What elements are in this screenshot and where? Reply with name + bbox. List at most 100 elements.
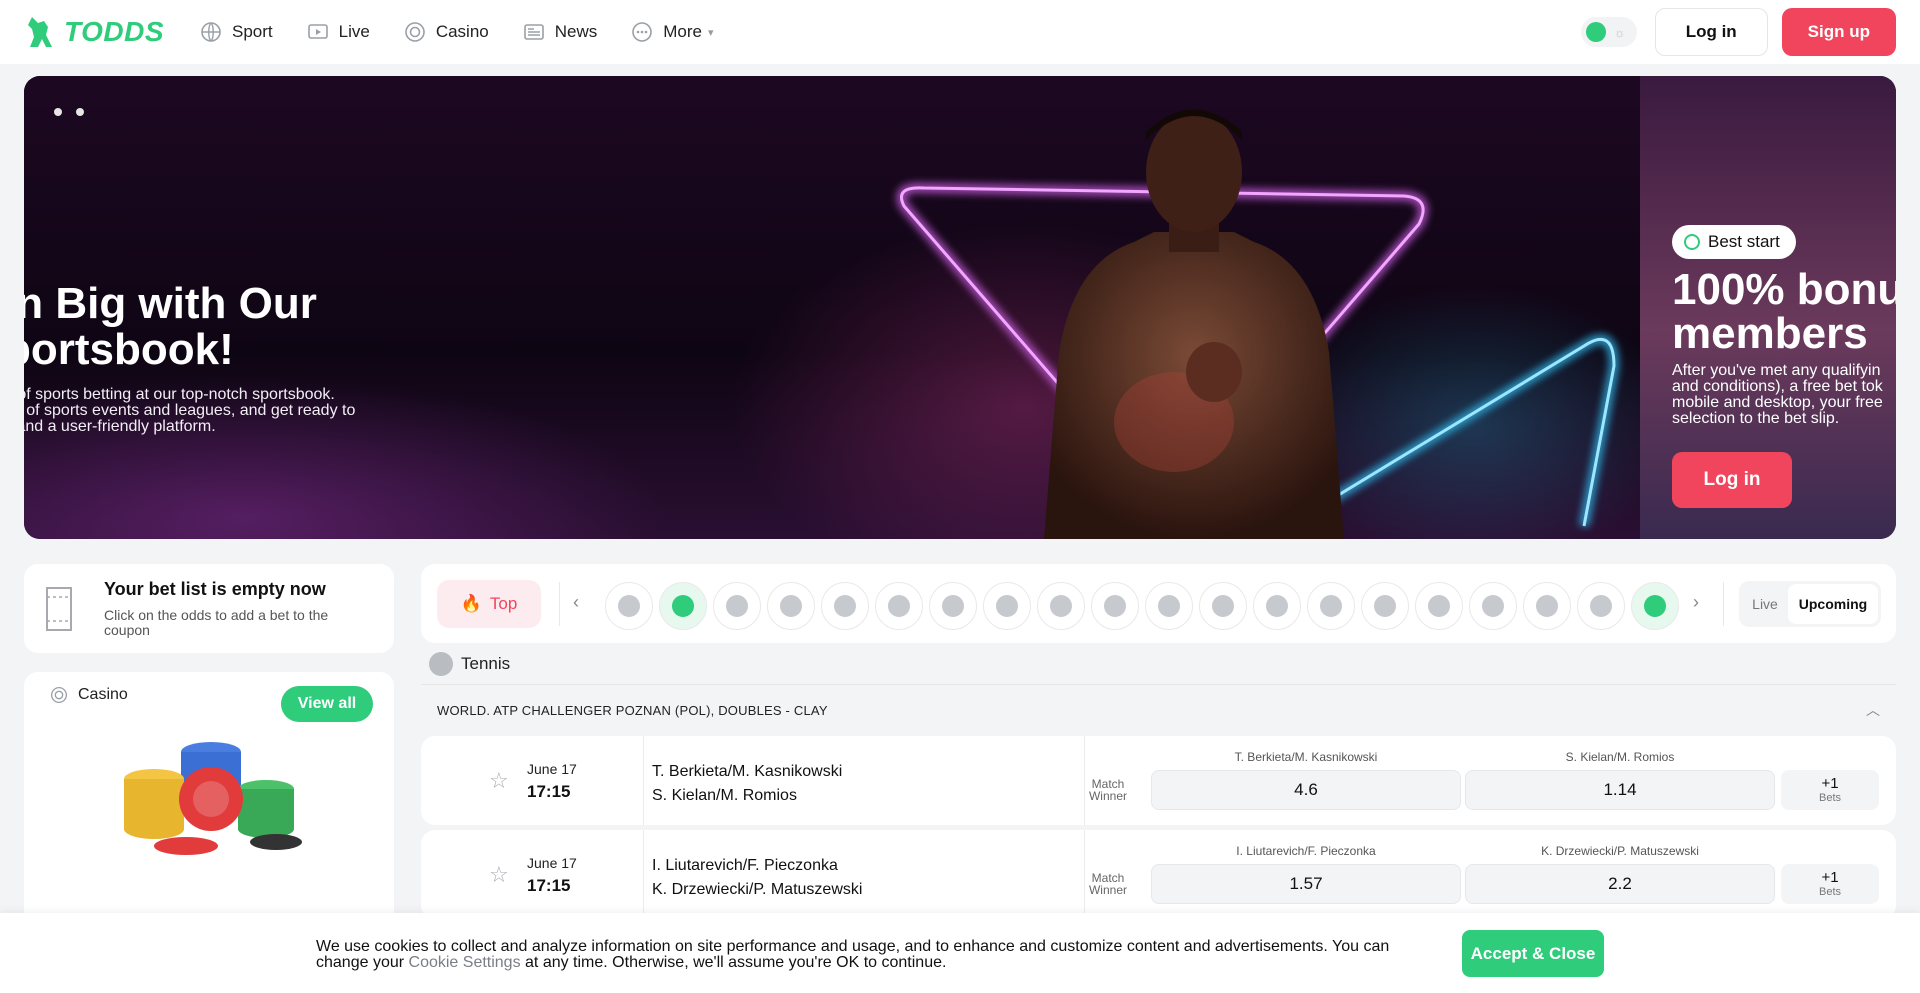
match-teams[interactable]: T. Berkieta/M. Kasnikowski S. Kielan/M. … <box>652 760 842 808</box>
table-tennis-icon <box>834 595 856 617</box>
main-nav: Sport Live Casino News More ▾ <box>200 21 714 43</box>
upcoming-tab[interactable]: Upcoming <box>1788 584 1878 624</box>
odd-home-button[interactable]: 4.6 <box>1151 770 1461 810</box>
sport-filter-cricket[interactable] <box>1469 582 1517 630</box>
ice-hockey-icon <box>780 595 802 617</box>
promo-banner[interactable]: in Big with Our portsbook! h of sports b… <box>24 76 1896 539</box>
sport-filter-american-football-helmet[interactable] <box>1145 582 1193 630</box>
snooker-icon <box>1266 595 1288 617</box>
more-bets-count: +1 <box>1821 775 1839 792</box>
sport-filter-ice-hockey[interactable] <box>767 582 815 630</box>
nav-more-label: More <box>663 22 702 41</box>
favorite-star-icon[interactable]: ☆ <box>489 768 509 794</box>
match-date: June 17 <box>527 761 577 777</box>
more-bets-button[interactable]: +1 Bets <box>1781 864 1879 904</box>
match-teams[interactable]: I. Liutarevich/F. Pieczonka K. Drzewieck… <box>652 854 862 902</box>
cricket-icon <box>1482 595 1504 617</box>
odd-away-label: K. Drzewiecki/P. Matuszewski <box>1541 844 1699 858</box>
chevron-down-icon: ▾ <box>708 26 714 39</box>
carousel-dots <box>54 108 84 116</box>
sport-filter-esports[interactable] <box>1091 582 1139 630</box>
sport-filter-snooker[interactable] <box>1253 582 1301 630</box>
team-home: I. Liutarevich/F. Pieczonka <box>652 857 838 874</box>
casino-title: Casino <box>78 686 128 703</box>
divider <box>1084 830 1085 919</box>
sports-filter-bar: 🔥 Top ‹ › Live Upcoming <box>421 564 1896 643</box>
more-bets-label: Bets <box>1818 886 1841 898</box>
nav-more[interactable]: More ▾ <box>631 21 714 43</box>
accept-close-button[interactable]: Accept & Close <box>1462 930 1604 977</box>
team-away: S. Kielan/M. Romios <box>652 787 797 804</box>
nav-sport-label: Sport <box>232 22 273 41</box>
sport-filter-basketball[interactable] <box>713 582 761 630</box>
odd-away-button[interactable]: 1.14 <box>1465 770 1775 810</box>
league-title[interactable]: WORLD. ATP CHALLENGER POZNAN (POL), DOUB… <box>437 703 828 718</box>
squash-icon <box>1428 595 1450 617</box>
scroll-right-arrow[interactable]: › <box>1693 592 1699 613</box>
nav-casino[interactable]: Casino <box>404 21 489 43</box>
sport-filter-handball[interactable] <box>1361 582 1409 630</box>
team-home: T. Berkieta/M. Kasnikowski <box>652 763 843 780</box>
more-bets-button[interactable]: +1 Bets <box>1781 770 1879 810</box>
boxer-image <box>1044 109 1344 539</box>
sport-filter-table-tennis[interactable] <box>821 582 869 630</box>
nav-live[interactable]: Live <box>307 21 370 43</box>
signup-button[interactable]: Sign up <box>1781 8 1896 56</box>
cookie-banner: We use cookies to collect and analyze in… <box>0 913 1920 993</box>
sport-filter-rugby-ball[interactable] <box>1199 582 1247 630</box>
banner-login-button[interactable]: Log in <box>1672 452 1792 508</box>
soccer-ball-icon <box>618 595 640 617</box>
divider <box>1084 736 1085 825</box>
market-label: Match Winner <box>1088 871 1127 897</box>
kangaroo-logo-icon <box>28 17 52 47</box>
sport-filter-athletics[interactable] <box>875 582 923 630</box>
sport-filter-padel[interactable] <box>1631 582 1679 630</box>
basketball-icon <box>726 595 748 617</box>
odd-home-label: I. Liutarevich/F. Pieczonka <box>1236 844 1376 858</box>
view-all-button[interactable]: View all <box>281 686 373 722</box>
carousel-dot[interactable] <box>76 108 84 116</box>
sport-filter-darts[interactable] <box>1307 582 1355 630</box>
sport-filter-futsal[interactable] <box>1523 582 1571 630</box>
esports-icon <box>1104 595 1126 617</box>
banner-text: in Big with Our portsbook! h of sports b… <box>24 281 355 435</box>
sport-header: Tennis <box>429 652 510 676</box>
more-bets-count: +1 <box>1821 869 1839 886</box>
darts-icon <box>1320 595 1342 617</box>
odd-home-button[interactable]: 1.57 <box>1151 864 1461 904</box>
side-description: After you've met any qualifyin and condi… <box>1672 362 1883 427</box>
sport-title: Tennis <box>461 654 511 673</box>
login-button[interactable]: Log in <box>1654 8 1768 56</box>
odd-away-button[interactable]: 2.2 <box>1465 864 1775 904</box>
tennis-ball-icon <box>429 652 453 676</box>
theme-toggle[interactable]: ☼ <box>1580 17 1637 47</box>
cookie-text: We use cookies to collect and analyze in… <box>316 938 1390 971</box>
sport-filter-baseball[interactable] <box>1037 582 1085 630</box>
carousel-dot[interactable] <box>54 108 62 116</box>
nav-live-label: Live <box>338 22 370 41</box>
match-time: 17:15 <box>527 782 571 801</box>
sport-filter-soccer-ball[interactable] <box>605 582 653 630</box>
banner-title: in Big with Our portsbook! <box>24 279 317 374</box>
best-start-badge: Best start <box>1672 225 1796 259</box>
sport-filter-volleyball[interactable] <box>929 582 977 630</box>
logo[interactable]: TODDS <box>24 13 164 51</box>
scroll-left-arrow[interactable]: ‹ <box>573 592 579 613</box>
futsal-icon <box>1536 595 1558 617</box>
more-bets-label: Bets <box>1818 792 1841 804</box>
nav-news[interactable]: News <box>523 21 597 43</box>
top-filter-button[interactable]: 🔥 Top <box>437 580 541 628</box>
casino-chip-icon <box>50 686 68 704</box>
favorite-star-icon[interactable]: ☆ <box>489 862 509 888</box>
cookie-settings-link[interactable]: Cookie Settings <box>409 954 521 971</box>
sport-filter-tennis-ball[interactable] <box>659 582 707 630</box>
nav-sport[interactable]: Sport <box>200 21 273 43</box>
chevron-up-icon[interactable]: ︿ <box>1866 700 1880 720</box>
sport-filter-badminton[interactable] <box>983 582 1031 630</box>
top-filter-label: Top <box>489 594 518 613</box>
sport-filter-beach-soccer[interactable] <box>1577 582 1625 630</box>
sport-filter-squash[interactable] <box>1415 582 1463 630</box>
casino-chips-image <box>124 742 302 855</box>
live-tab[interactable]: Live <box>1742 596 1788 612</box>
toggle-knob <box>1585 22 1606 42</box>
